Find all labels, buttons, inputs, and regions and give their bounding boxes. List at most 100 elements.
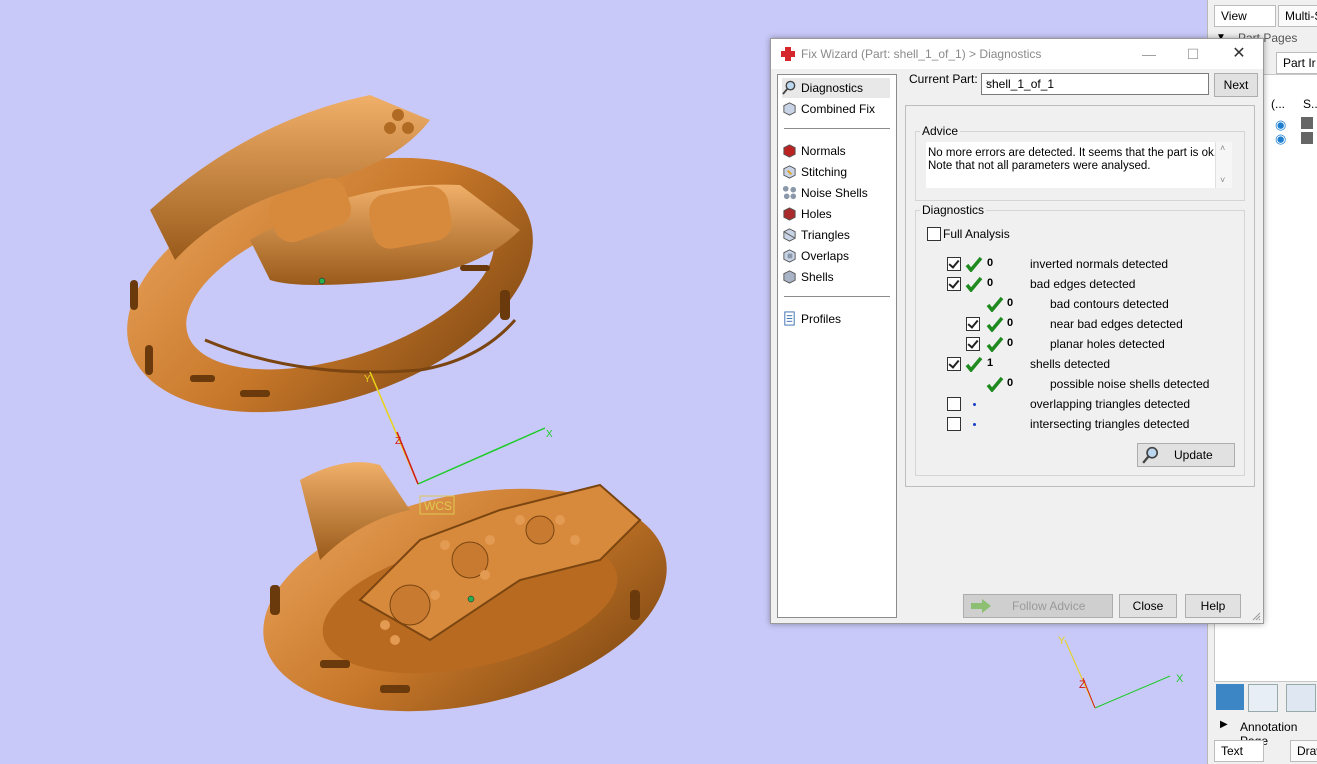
noise-shells-icon bbox=[782, 185, 797, 200]
axis-z-label: Z bbox=[395, 436, 401, 447]
red-cross-icon bbox=[781, 47, 795, 61]
shell-cube-icon bbox=[1301, 132, 1313, 144]
tab-view[interactable]: View bbox=[1214, 5, 1276, 27]
arrow-right-icon bbox=[971, 599, 991, 613]
follow-advice-button[interactable]: Follow Advice bbox=[963, 594, 1113, 618]
green-check-icon bbox=[986, 296, 1004, 312]
inverted-normals-label: inverted normals detected bbox=[1030, 257, 1169, 271]
expand-arrow-icon: ▶ bbox=[1220, 719, 1228, 730]
planar-holes-checkbox[interactable] bbox=[966, 337, 980, 351]
select-toggle-icon[interactable] bbox=[1248, 684, 1278, 712]
maximize-icon[interactable]: ☐ bbox=[1179, 43, 1207, 65]
nav-item-holes[interactable]: Holes bbox=[782, 204, 832, 224]
overlapping-triangles-checkbox[interactable] bbox=[947, 397, 961, 411]
nav-item-label: Normals bbox=[801, 144, 846, 158]
next-button[interactable]: Next bbox=[1214, 73, 1258, 97]
nav-item-normals[interactable]: Normals bbox=[782, 141, 846, 161]
pending-dot-icon bbox=[973, 423, 976, 426]
overlapping-triangles-label: overlapping triangles detected bbox=[1030, 397, 1191, 411]
triad-x-label: X bbox=[1176, 673, 1184, 685]
shell-cube-icon bbox=[1301, 117, 1313, 129]
near-bad-edges-label: near bad edges detected bbox=[1050, 317, 1183, 331]
nav-item-label: Overlaps bbox=[801, 249, 850, 263]
column-header-1: (... bbox=[1271, 97, 1285, 111]
bad-contours-count: 0 bbox=[1007, 297, 1014, 309]
fix-wizard-dialog: Fix Wizard (Part: shell_1_of_1) > Diagno… bbox=[770, 38, 1264, 624]
minimize-icon[interactable]: — bbox=[1135, 43, 1163, 65]
solid-view-icon[interactable] bbox=[1216, 684, 1244, 710]
nav-divider bbox=[784, 128, 890, 129]
annotation-pages-header[interactable]: ▶ Annotation Page bbox=[1214, 718, 1317, 748]
shells-count: 1 bbox=[987, 357, 994, 369]
advice-title: Advice bbox=[920, 124, 961, 138]
update-button[interactable]: Update bbox=[1137, 443, 1235, 467]
nav-item-diagnostics[interactable]: Diagnostics bbox=[782, 78, 890, 98]
green-check-icon bbox=[986, 316, 1004, 332]
nav-item-noise-shells[interactable]: Noise Shells bbox=[782, 183, 868, 203]
intersecting-triangles-label: intersecting triangles detected bbox=[1030, 417, 1190, 431]
cube-icon bbox=[783, 102, 796, 116]
noise-shells-label: possible noise shells detected bbox=[1050, 377, 1210, 391]
resize-grip-icon[interactable] bbox=[1251, 611, 1261, 621]
noise-shells-count: 0 bbox=[1007, 377, 1014, 389]
eye-icon[interactable]: ◉ bbox=[1275, 131, 1286, 147]
diagnostics-title: Diagnostics bbox=[920, 203, 987, 217]
nav-item-overlaps[interactable]: Overlaps bbox=[782, 246, 849, 266]
view-triad bbox=[1064, 639, 1171, 709]
dialog-title: Fix Wizard (Part: shell_1_of_1) > Diagno… bbox=[801, 47, 1042, 61]
tab-multi[interactable]: Multi-S bbox=[1278, 5, 1317, 27]
wcs-label: WCS bbox=[424, 499, 452, 513]
nav-item-stitching[interactable]: Stitching bbox=[782, 162, 847, 182]
shells-checkbox[interactable] bbox=[947, 357, 961, 371]
near-bad-edges-checkbox[interactable] bbox=[966, 317, 980, 331]
nav-item-label: Diagnostics bbox=[801, 81, 864, 95]
intersecting-triangles-checkbox[interactable] bbox=[947, 417, 961, 431]
document-icon bbox=[784, 311, 795, 326]
advice-scrollbar[interactable]: ˄ ˅ bbox=[1215, 142, 1232, 188]
current-part-label: Current Part: bbox=[909, 72, 978, 86]
near-bad-edges-count: 0 bbox=[1007, 317, 1014, 329]
help-button[interactable]: Help bbox=[1185, 594, 1241, 618]
wizard-nav-list: Diagnostics Combined Fix Normals Stitchi… bbox=[777, 74, 897, 618]
diagnostics-panel: Advice No more errors are detected. It s… bbox=[905, 105, 1255, 487]
tab-text[interactable]: Text bbox=[1214, 740, 1264, 762]
planar-holes-label: planar holes detected bbox=[1050, 337, 1165, 351]
magnifier-icon bbox=[782, 80, 796, 95]
green-check-icon bbox=[986, 376, 1004, 392]
inverted-normals-checkbox[interactable] bbox=[947, 257, 961, 271]
lower-ring-model bbox=[263, 462, 667, 712]
upper-ring-model bbox=[127, 95, 533, 413]
normals-cube-icon bbox=[783, 144, 796, 158]
nav-item-label: Noise Shells bbox=[801, 186, 868, 200]
update-label: Update bbox=[1174, 448, 1213, 462]
tab-drawing[interactable]: Drawing bbox=[1290, 740, 1317, 762]
close-icon[interactable]: ✕ bbox=[1225, 43, 1253, 65]
bad-contours-label: bad contours detected bbox=[1050, 297, 1169, 311]
full-analysis-checkbox[interactable] bbox=[927, 227, 941, 241]
current-part-select[interactable]: shell_1_of_1 ⌵ bbox=[981, 73, 1209, 95]
triangles-cube-icon bbox=[783, 228, 796, 242]
nav-item-label: Holes bbox=[801, 207, 832, 221]
stitching-cube-icon bbox=[783, 165, 796, 179]
shaded-view-icon[interactable] bbox=[1286, 684, 1316, 712]
bad-edges-label: bad edges detected bbox=[1030, 277, 1136, 291]
nav-item-triangles[interactable]: Triangles bbox=[782, 225, 850, 245]
advice-text-line2: Note that not all parameters were analys… bbox=[928, 160, 1151, 172]
green-check-icon bbox=[965, 356, 983, 372]
column-header-2: S... bbox=[1303, 97, 1317, 111]
nav-item-combined-fix[interactable]: Combined Fix bbox=[782, 99, 875, 119]
green-check-icon bbox=[965, 276, 983, 292]
triad-z-label: Z bbox=[1079, 679, 1086, 691]
title-bar[interactable]: Fix Wizard (Part: shell_1_of_1) > Diagno… bbox=[771, 39, 1263, 69]
advice-text-line1: No more errors are detected. It seems th… bbox=[928, 147, 1217, 159]
axis-x-label: X bbox=[546, 429, 553, 440]
close-button[interactable]: Close bbox=[1119, 594, 1177, 618]
nav-item-profiles[interactable]: Profiles bbox=[782, 309, 841, 329]
bad-edges-checkbox[interactable] bbox=[947, 277, 961, 291]
diagnostics-group: Diagnostics Full Analysis 0 inverted nor… bbox=[915, 203, 1245, 476]
nav-item-shells[interactable]: Shells bbox=[782, 267, 834, 287]
scroll-down-icon[interactable]: ˅ bbox=[1220, 174, 1225, 187]
nav-item-label: Shells bbox=[801, 270, 834, 284]
tab-part-info[interactable]: Part Ir bbox=[1276, 52, 1317, 74]
scroll-up-icon[interactable]: ˄ bbox=[1220, 142, 1225, 155]
